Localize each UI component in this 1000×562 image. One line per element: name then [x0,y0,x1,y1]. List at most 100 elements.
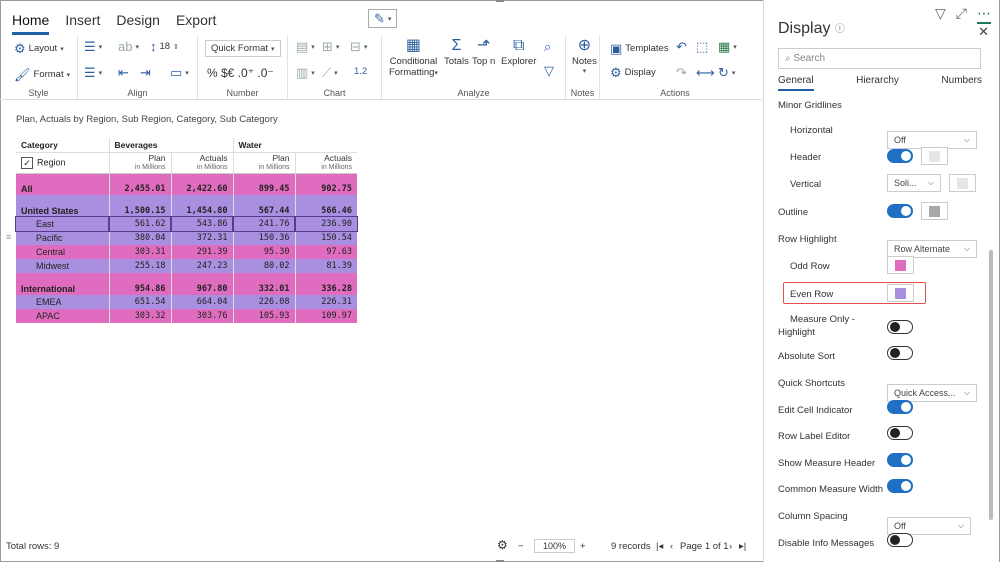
column-width-button[interactable]: ⟷ [696,66,715,79]
tab-insert[interactable]: Insert [65,12,100,35]
header-toggle[interactable] [887,149,913,163]
conditional-formatting-button[interactable]: ▦ Conditional Formatting▾ [389,38,438,79]
info-icon[interactable]: ⓘ [835,24,845,35]
edit-mode-button[interactable]: ✎ ▾ [368,9,398,28]
zoom-in-button[interactable]: + [580,541,586,552]
value-cell[interactable]: 899.45 [232,173,295,195]
outline-toggle[interactable] [887,204,913,218]
value-cell[interactable]: 236.90 [294,216,358,232]
zoom-out-button[interactable]: − [518,541,524,552]
tab-hierarchy[interactable]: Hierarchy [856,75,899,91]
value-cell[interactable]: 105.93 [232,309,295,323]
measure-header[interactable]: Plan in Millions [108,152,171,174]
table-row[interactable]: Pacific 380.04 372.31 150.36 150.54 [16,231,357,245]
format-button[interactable]: 🖌 Format ▾ [14,68,70,81]
settings-gear-icon[interactable]: ⚙ [497,538,508,552]
value-cell[interactable]: 2,455.01 [108,173,171,195]
value-cell[interactable]: 567.44 [232,195,295,217]
value-cell[interactable]: 372.31 [170,231,233,245]
stepper-icon[interactable]: ⇕ [173,43,179,51]
show-measure-header-toggle[interactable] [887,453,913,467]
table-row[interactable]: East 561.62 543.86 241.76 236.90 [15,216,358,232]
table-row[interactable]: Central 303.31 291.39 95.30 97.63 [16,245,357,259]
value-cell[interactable]: 241.76 [232,216,296,232]
row-label[interactable]: East [15,216,110,232]
expand-icon[interactable]: ⤢ [956,5,967,24]
value-cell[interactable]: 303.32 [108,309,171,323]
value-cell[interactable]: 566.46 [294,195,357,217]
table-row[interactable]: All 2,455.01 2,422.60 899.45 902.75 [16,173,357,195]
value-cell[interactable]: 109.97 [294,309,357,323]
row-label[interactable]: All [16,173,109,195]
fit-button[interactable]: ⬚ [696,40,708,53]
row-label[interactable]: APAC [16,309,109,323]
value-cell[interactable]: 95.30 [232,245,295,259]
value-cell[interactable]: 97.63 [294,245,357,259]
filter-button[interactable]: ▽ [544,64,554,77]
value-cell[interactable]: 2,422.60 [170,173,233,195]
row-label[interactable]: EMEA [16,295,109,309]
prev-page-icon[interactable]: ‹ [670,541,673,552]
search-button[interactable]: ⌕ [544,40,551,53]
value-cell[interactable]: 291.39 [170,245,233,259]
line-chart-button[interactable]: ⟋ ▾ [322,66,338,79]
absolute-sort-toggle[interactable] [887,346,913,360]
align-rows-button[interactable]: ☰ ▾ [84,66,102,79]
totals-button[interactable]: Σ Totals [444,38,469,68]
disable-info-toggle[interactable] [887,533,913,547]
font-size-control[interactable]: ↕ 18 ⇕ [150,40,179,53]
value-cell[interactable]: 651.54 [108,295,171,309]
value-cell[interactable]: 954.86 [108,273,171,295]
last-page-icon[interactable]: ▸| [739,541,746,552]
value-cell[interactable]: 226.08 [232,295,295,309]
value-cell[interactable]: 561.62 [108,216,172,232]
filter-icon[interactable]: ▽ [935,5,946,24]
value-cell[interactable]: 902.75 [294,173,357,195]
bullet-chart-button[interactable]: ⊟ ▾ [350,40,367,53]
row-label[interactable]: International [16,273,109,295]
measure-header[interactable]: Actuals in Millions [294,152,357,174]
tab-design[interactable]: Design [116,12,160,35]
vertical-color-swatch[interactable] [949,174,976,192]
value-cell[interactable]: 80.02 [232,259,295,273]
value-cell[interactable]: 332.01 [232,273,295,295]
row-label[interactable]: United States [16,195,109,217]
more-options-icon[interactable]: ⋯ [977,5,991,24]
excel-export-button[interactable]: ▦ ▾ [718,40,737,53]
value-cell[interactable]: 380.04 [108,231,171,245]
tab-export[interactable]: Export [176,12,216,35]
group-header-water[interactable]: Water [232,138,357,153]
row-label-editor-toggle[interactable] [887,426,913,440]
undo-button[interactable]: ↶ [676,40,687,53]
table-row[interactable]: Midwest 255.18 247.23 80.02 81.39 [16,259,357,273]
value-cell[interactable]: 150.54 [294,231,357,245]
variance-chart-button[interactable]: ⊞ ▾ [322,40,339,53]
value-cell[interactable]: 543.86 [170,216,234,232]
refresh-button[interactable]: ↻ ▾ [718,66,735,79]
even-row-color-swatch[interactable] [887,284,914,302]
value-cell[interactable]: 226.31 [294,295,357,309]
value-cell[interactable]: 336.28 [294,273,357,295]
outdent-button[interactable]: ⇤ [118,66,129,79]
row-label[interactable]: Pacific [16,231,109,245]
group-header-beverages[interactable]: Beverages [108,138,233,153]
layout-button[interactable]: ⚙ Layout ▾ [14,42,64,55]
region-header-cell[interactable]: ✓ Region [16,152,109,174]
column-chart-button[interactable]: ▥ ▾ [296,66,315,79]
value-cell[interactable]: 303.76 [170,309,233,323]
measure-header[interactable]: Plan in Millions [232,152,295,174]
row-drag-handle-icon[interactable]: ≡ [6,232,11,242]
value-cell[interactable]: 664.04 [170,295,233,309]
common-measure-width-toggle[interactable] [887,479,913,493]
close-icon[interactable]: ✕ [978,24,989,40]
edit-cell-toggle[interactable] [887,400,913,414]
value-cell[interactable]: 1,500.15 [108,195,171,217]
value-cell[interactable]: 81.39 [294,259,357,273]
measure-only-toggle[interactable] [887,320,913,334]
search-input[interactable]: ⌕ Search [778,48,981,69]
indent-button[interactable]: ⇥ [140,66,151,79]
odd-row-color-swatch[interactable] [887,256,914,274]
value-cell[interactable]: 150.36 [232,231,295,245]
value-cell[interactable]: 247.23 [170,259,233,273]
notes-button[interactable]: ⊕ Notes ▾ [572,38,597,76]
